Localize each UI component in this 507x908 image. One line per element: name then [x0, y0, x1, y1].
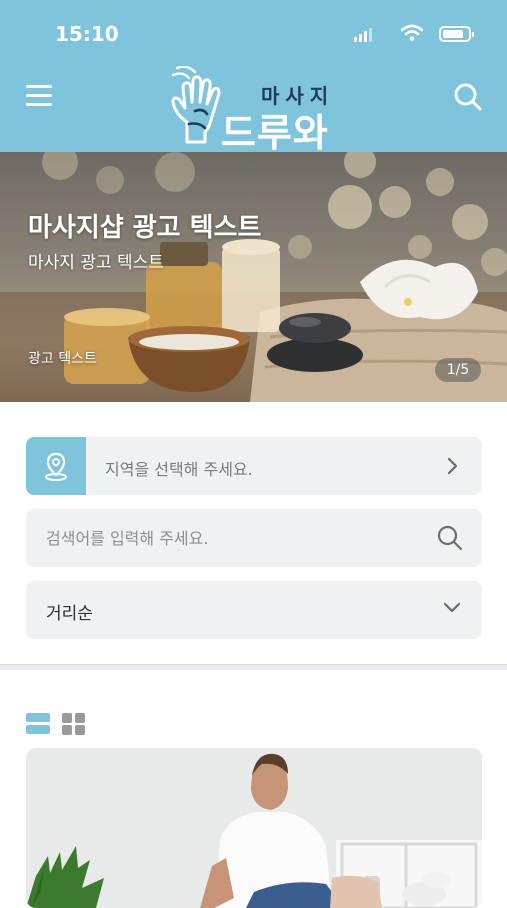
promo-banner[interactable]: 마사지샵 광고 텍스트 마사지 광고 텍스트 광고 텍스트 1/5: [0, 152, 507, 402]
status-bar: 15:10: [0, 0, 507, 64]
sort-selected-value: 거리순: [46, 604, 93, 624]
section-divider: [0, 664, 507, 670]
region-placeholder: 지역을 선택해 주세요.: [105, 460, 253, 479]
search-icon[interactable]: [436, 524, 464, 552]
region-selector[interactable]: 지역을 선택해 주세요.: [26, 437, 482, 495]
location-pin-icon: [45, 452, 67, 481]
sort-dropdown[interactable]: 거리순: [26, 581, 482, 639]
logo-main-text: 드루와: [221, 111, 329, 155]
shop-card-image: [26, 748, 482, 908]
banner-title: 마사지샵 광고 텍스트: [28, 213, 262, 243]
battery-icon: [439, 26, 474, 42]
menu-icon: [26, 85, 52, 88]
list-view-toggle[interactable]: [26, 712, 50, 736]
banner-subtitle: 마사지 광고 텍스트: [28, 253, 164, 273]
search-input[interactable]: [46, 509, 426, 567]
hand-logo-icon: [171, 66, 221, 144]
search-icon: [454, 83, 482, 111]
menu-button[interactable]: [26, 83, 54, 109]
grid-view-icon: [62, 713, 85, 735]
search-button[interactable]: [453, 82, 483, 112]
region-icon-box: [26, 437, 86, 495]
list-view-icon: [26, 713, 50, 734]
shop-card[interactable]: [26, 748, 482, 908]
chevron-down-icon: [443, 602, 461, 613]
banner-page-counter: 1/5: [435, 358, 481, 382]
keyword-search-field[interactable]: [26, 509, 482, 567]
filter-section: 지역을 선택해 주세요. 거리순: [0, 402, 507, 664]
status-time: 15:10: [55, 22, 119, 46]
header: 15:10 마사지 드루와: [0, 0, 507, 155]
banner-caption: 광고 텍스트: [28, 351, 97, 367]
signal-icon: [354, 28, 372, 42]
grid-view-toggle[interactable]: [62, 712, 86, 736]
wifi-icon: [401, 24, 423, 41]
chevron-right-icon: [447, 457, 458, 475]
app-logo[interactable]: 마사지 드루와: [165, 66, 345, 155]
